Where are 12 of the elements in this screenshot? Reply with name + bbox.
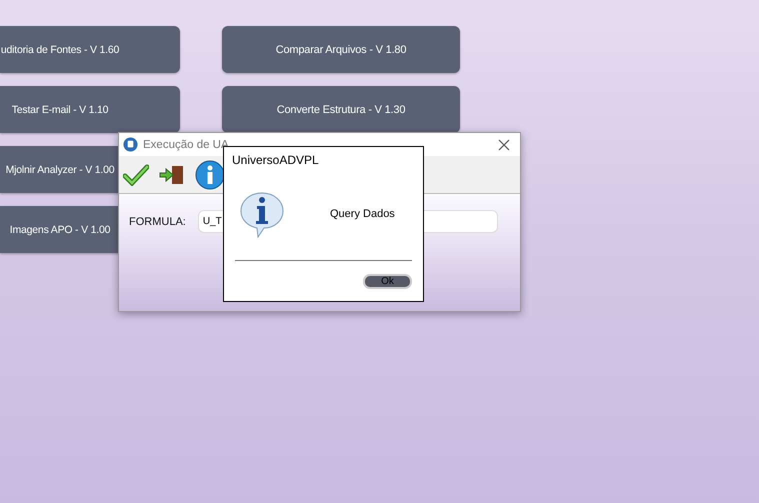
dialog-message: Query Dados: [330, 208, 395, 220]
close-icon[interactable]: [498, 138, 510, 150]
info-bubble-icon: [238, 190, 286, 238]
checkmark-icon[interactable]: [123, 164, 149, 186]
info-icon[interactable]: [195, 160, 225, 190]
menu-button[interactable]: Converte Estrutura - V 1.30: [222, 86, 460, 133]
menu-button[interactable]: Comparar Arquivos - V 1.80: [222, 26, 460, 73]
app-icon: [123, 137, 138, 152]
menu-button[interactable]: uditoria de Fontes - V 1.60: [0, 26, 180, 73]
dialog-title: UniversoADVPL: [232, 153, 320, 167]
menu-button[interactable]: Testar E-mail - V 1.10: [0, 86, 180, 133]
exit-door-icon[interactable]: [159, 164, 185, 186]
